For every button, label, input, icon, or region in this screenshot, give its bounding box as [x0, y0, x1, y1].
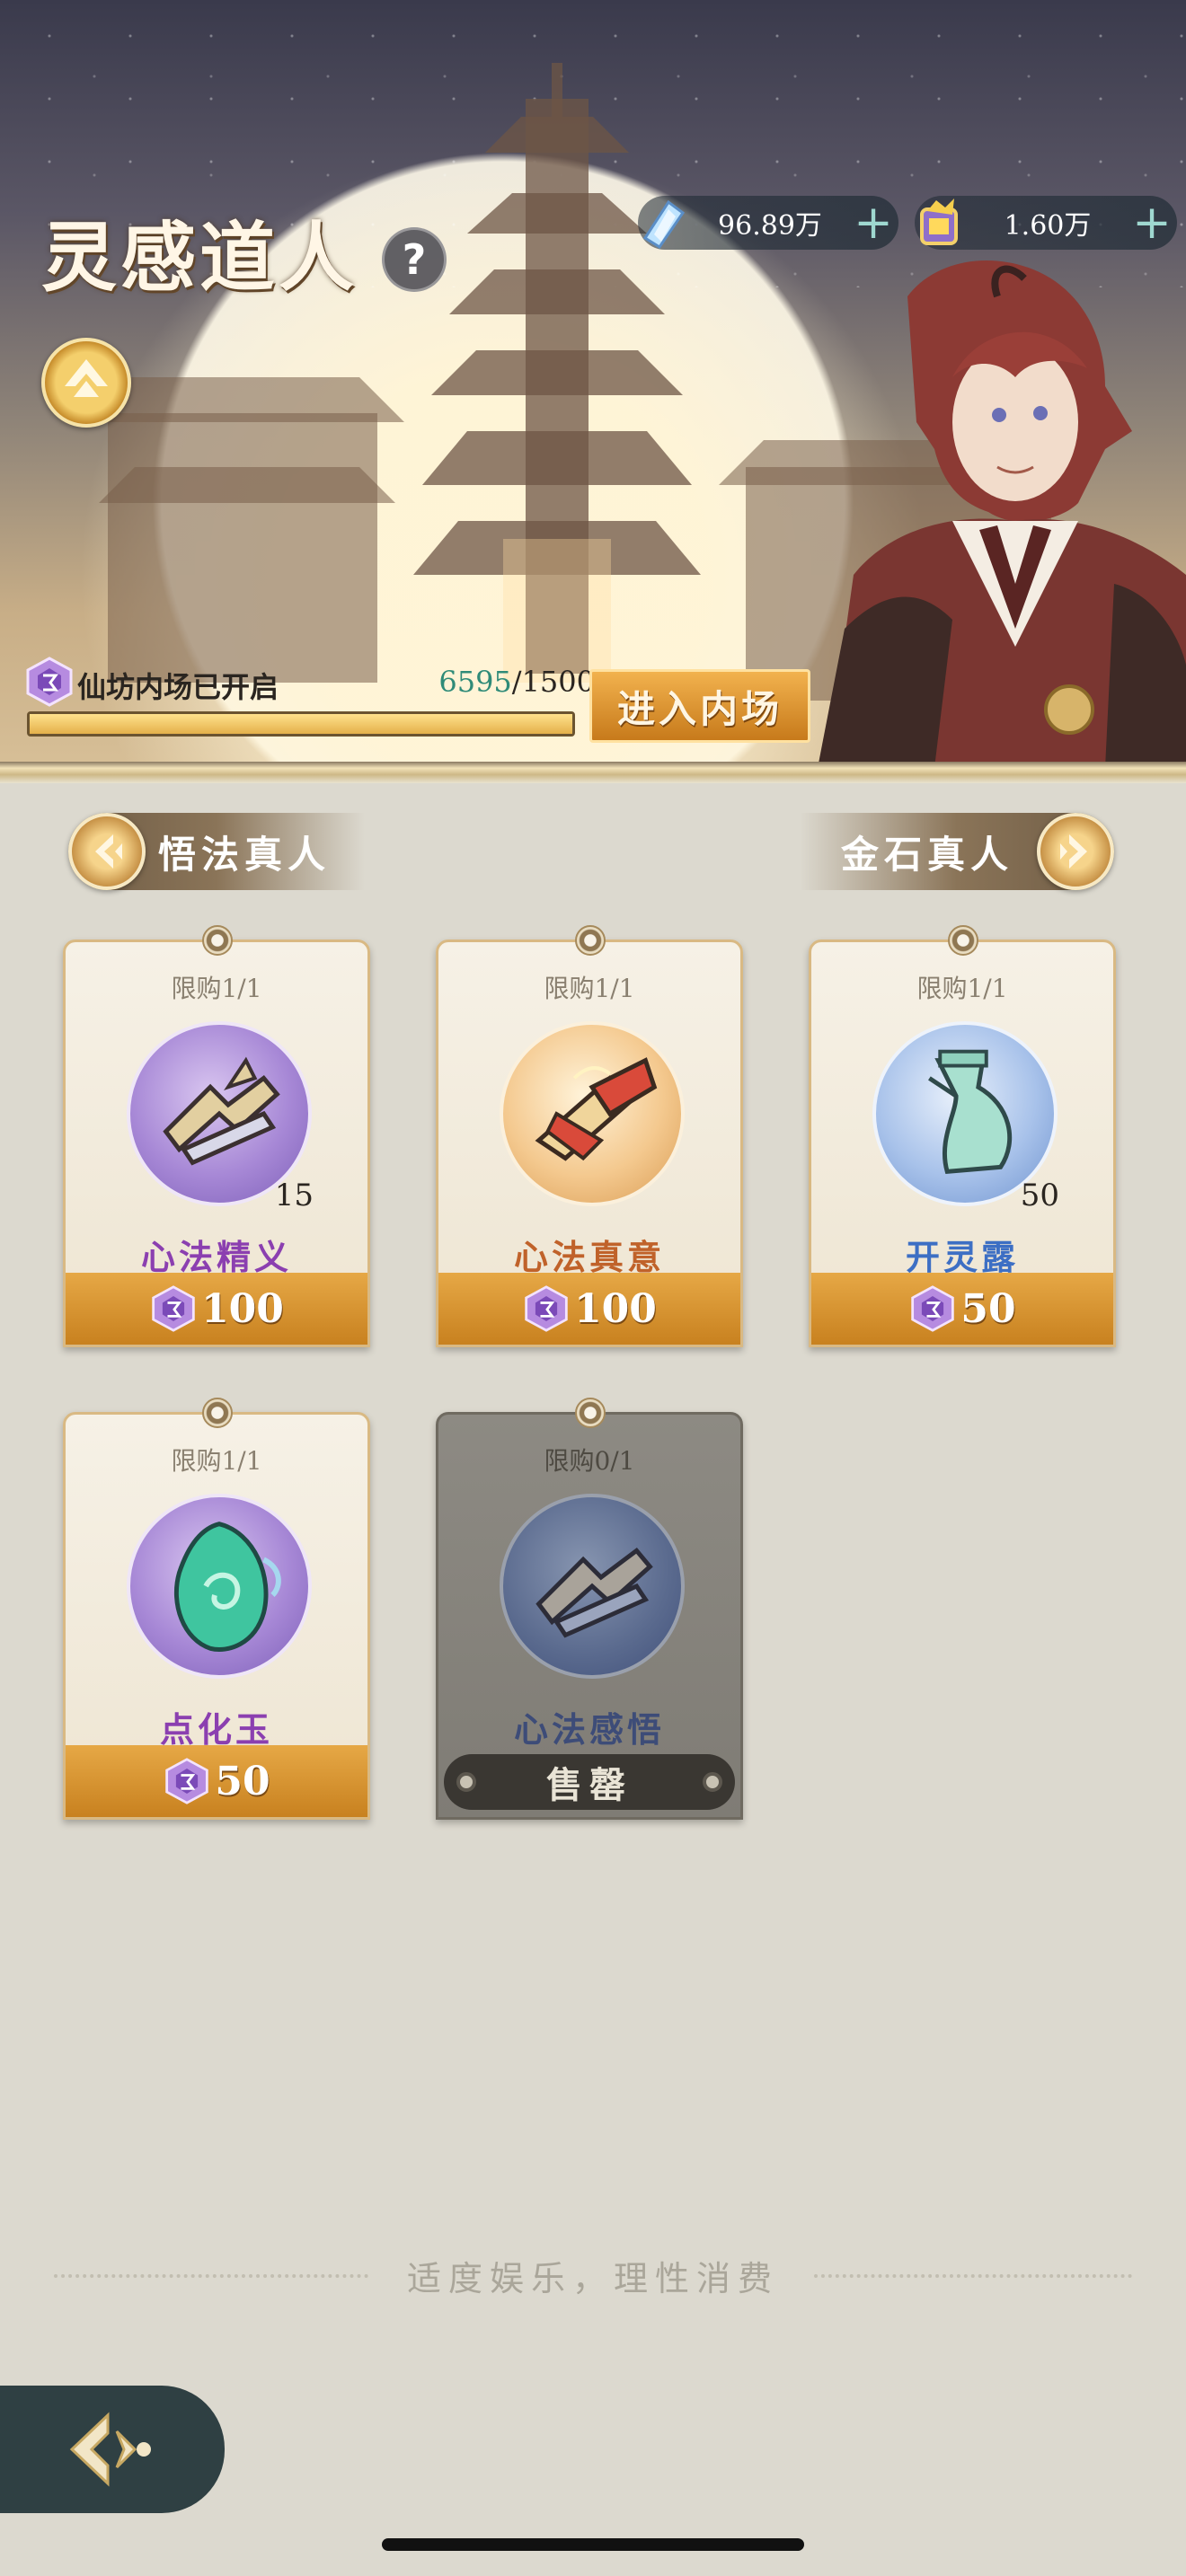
card-body: 限购1/1 15 心法精义 100: [63, 940, 370, 1347]
purple-token-icon: [525, 1285, 568, 1332]
back-arrow-icon: [69, 2412, 151, 2487]
card-ring-icon: [575, 1398, 606, 1428]
crystal-currency-icon: [642, 199, 686, 250]
prev-master-label: 悟法真人: [158, 832, 332, 877]
back-button[interactable]: [0, 2386, 225, 2513]
buy-button[interactable]: 50: [66, 1745, 367, 1817]
purple-token-icon: [165, 1758, 209, 1804]
purchase-limit: 限购1/1: [544, 974, 635, 1003]
blue-scroll-icon: [500, 1494, 685, 1679]
progress-count: 6595/1500: [438, 665, 595, 699]
buy-button[interactable]: 100: [66, 1273, 367, 1345]
card-body: 限购1/1 点化玉 50: [63, 1412, 370, 1820]
golden-scroll-icon: [500, 1021, 685, 1206]
page-title: 灵感道人: [41, 213, 358, 302]
shop-item-card-soldout: 限购0/1 心法感悟 售罄: [436, 1398, 743, 1820]
item-quantity: 50: [1020, 1178, 1059, 1213]
item-price: 50: [960, 1285, 1016, 1332]
moderation-notice: 适度娱乐，理性消费: [406, 2259, 779, 2298]
inner-market-status: 仙坊内场已开启: [77, 670, 279, 704]
shop-item-card[interactable]: 限购1/1 50 开灵露 50: [809, 925, 1116, 1347]
dot-icon: [703, 1772, 722, 1792]
rank-emblem-icon[interactable]: [41, 338, 131, 428]
purchase-limit: 限购1/1: [916, 974, 1008, 1003]
gold-currency-icon: [920, 198, 958, 245]
card-body: 限购1/1 50 开灵露 50: [809, 940, 1116, 1347]
inner-market-progress: 仙坊内场已开启 6595/1500: [23, 656, 595, 742]
shop-item-card[interactable]: 限购1/1 点化玉 50: [63, 1398, 370, 1820]
hero-divider: [0, 762, 1186, 783]
item-name: 心法精义: [140, 1237, 292, 1277]
gold-currency-value: 1.60万: [1004, 210, 1092, 242]
shop-item-card[interactable]: 限购1/1 15 心法精义 100: [63, 925, 370, 1347]
home-indicator[interactable]: [382, 2538, 804, 2551]
prev-master-tab[interactable]: 悟法真人: [68, 813, 365, 890]
item-name: 点化玉: [159, 1709, 273, 1750]
item-price: 50: [215, 1758, 270, 1804]
card-ring-icon: [575, 925, 606, 956]
add-gold-button[interactable]: +: [1127, 198, 1177, 248]
item-name: 心法感悟: [513, 1709, 665, 1750]
pagoda-background: [81, 63, 1186, 768]
progress-bar: [27, 711, 575, 737]
sold-out-label: 售罄: [546, 1764, 633, 1806]
purple-token-icon: [152, 1285, 195, 1332]
sold-out-badge: 售罄: [444, 1754, 735, 1810]
buy-button[interactable]: 50: [811, 1273, 1113, 1345]
item-quantity: 15: [274, 1178, 314, 1213]
next-master-label: 金石真人: [840, 832, 1013, 877]
add-crystal-button[interactable]: +: [848, 198, 898, 248]
item-price: 100: [201, 1285, 284, 1332]
arrow-right-icon: [1037, 813, 1114, 890]
jade-stone-icon: [127, 1494, 312, 1679]
item-name: 心法真意: [513, 1237, 665, 1277]
enter-inner-market-button[interactable]: 进入内场: [589, 669, 810, 743]
purple-token-icon: [26, 657, 73, 707]
purchase-limit: 限购1/1: [171, 974, 262, 1003]
gold-currency: 1.60万 +: [915, 196, 1177, 250]
progress-bar-fill: [30, 714, 572, 734]
shop-item-card[interactable]: 限购1/1 心法真意 100: [436, 925, 743, 1347]
card-body: 限购0/1 心法感悟 售罄: [436, 1412, 743, 1820]
arrow-left-icon: [68, 813, 146, 890]
item-name: 开灵露: [905, 1237, 1019, 1277]
card-ring-icon: [202, 1398, 233, 1428]
purple-token-icon: [911, 1285, 955, 1332]
dot-icon: [456, 1772, 476, 1792]
purchase-limit: 限购0/1: [544, 1446, 635, 1476]
next-master-tab[interactable]: 金石真人: [800, 813, 1114, 890]
card-body: 限购1/1 心法真意 100: [436, 940, 743, 1347]
purchase-limit: 限购1/1: [171, 1446, 262, 1476]
crystal-currency-value: 96.89万: [718, 210, 822, 242]
progress-total: /1500: [511, 665, 595, 699]
buy-button[interactable]: 100: [438, 1273, 740, 1345]
card-ring-icon: [948, 925, 978, 956]
help-button[interactable]: ?: [382, 227, 447, 292]
card-ring-icon: [202, 925, 233, 956]
item-price: 100: [574, 1285, 657, 1332]
crystal-currency: 96.89万 +: [638, 196, 898, 250]
progress-current: 6595: [438, 665, 512, 699]
hero-banner: 灵感道人 ? 96.89万 + 1.60万 + 仙坊内场已开启 6595/150…: [0, 0, 1186, 768]
